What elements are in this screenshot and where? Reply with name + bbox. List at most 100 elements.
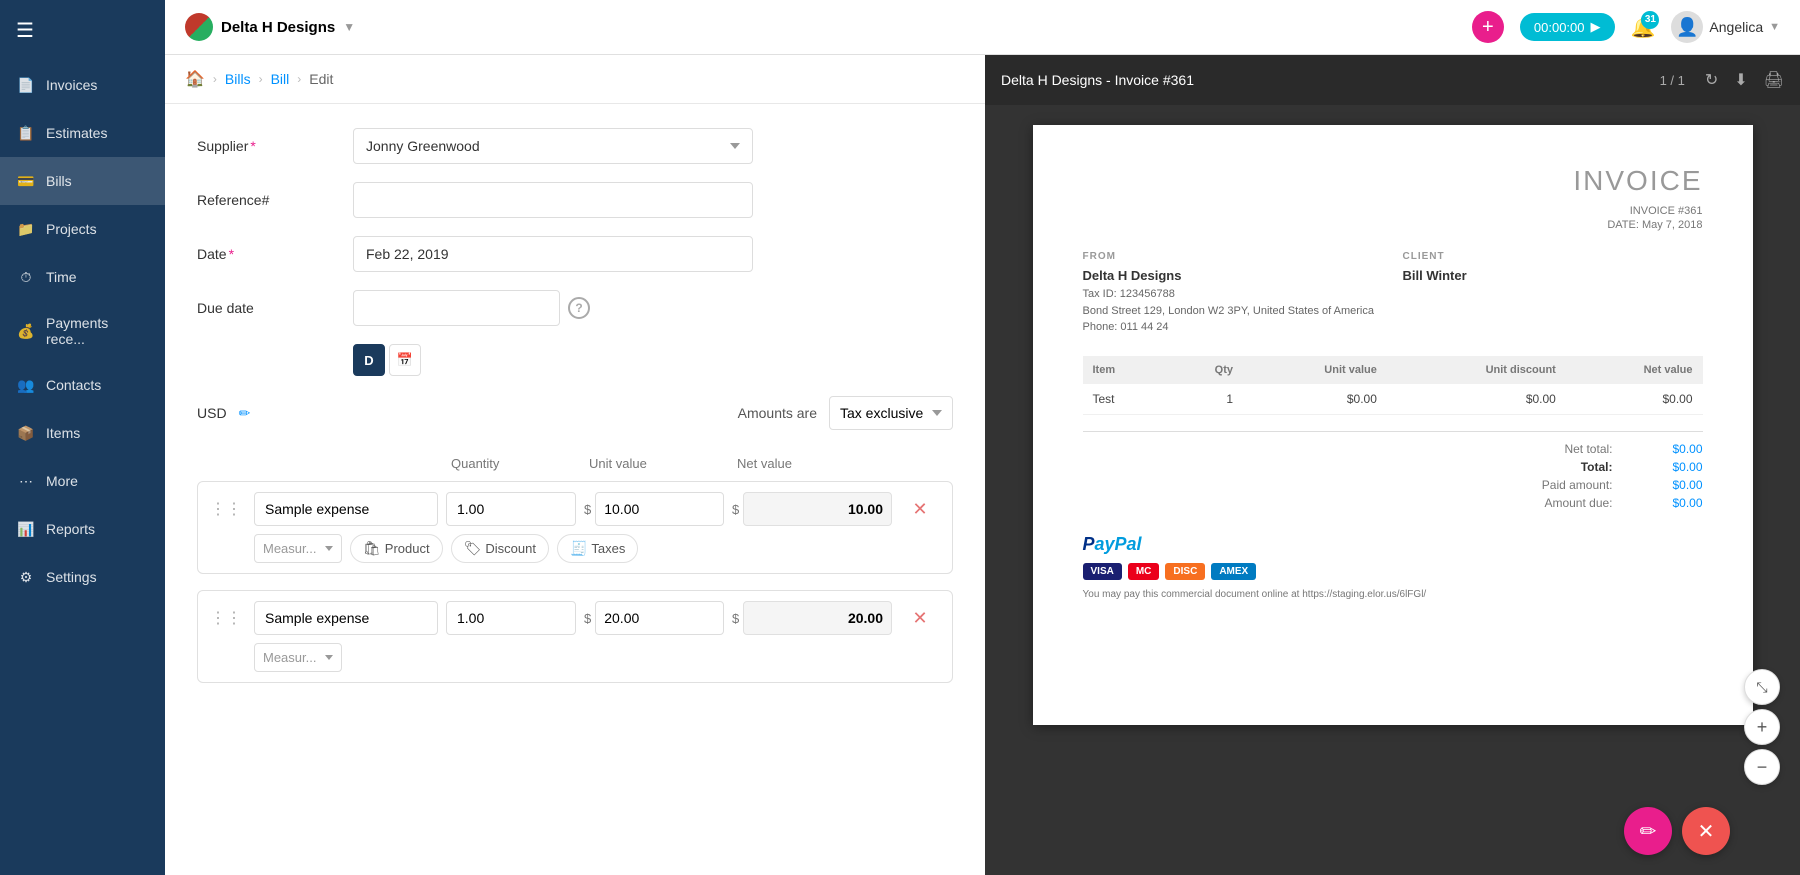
company-selector[interactable]: Delta H Designs ▼: [185, 13, 355, 41]
supplier-row: Supplier* Jonny Greenwood: [197, 128, 953, 164]
item-name-2[interactable]: [254, 601, 438, 635]
total-row: Total: $0.00: [1083, 460, 1703, 474]
reference-label: Reference#: [197, 192, 337, 208]
invoice-totals: Net total: $0.00 Total: $0.00 Paid amoun…: [1083, 442, 1703, 510]
remove-item-1[interactable]: ✕: [900, 499, 940, 520]
sidebar-item-projects[interactable]: 📁 Projects: [0, 205, 165, 253]
discount-icon-1: 🏷: [464, 540, 482, 557]
sidebar-item-items[interactable]: 📦 Items: [0, 409, 165, 457]
date-input[interactable]: Feb 22, 2019: [353, 236, 753, 272]
remove-item-2[interactable]: ✕: [900, 608, 940, 629]
drag-handle-1[interactable]: ⋮⋮: [210, 499, 246, 519]
download-btn[interactable]: ⬇: [1734, 70, 1747, 90]
user-menu-button[interactable]: 👤 Angelica ▼: [1671, 11, 1780, 43]
sidebar-item-payments[interactable]: 💰 Payments rece...: [0, 301, 165, 361]
menu-toggle[interactable]: ☰: [0, 0, 165, 61]
date-btn-d[interactable]: D: [353, 344, 385, 376]
amounts-select[interactable]: Tax exclusive Tax inclusive No tax: [829, 396, 953, 430]
from-address: Tax ID: 123456788 Bond Street 129, Londo…: [1083, 286, 1383, 336]
unit-value-cell-1: $: [584, 492, 724, 526]
taxes-btn-1[interactable]: 🧾 Taxes: [557, 534, 638, 563]
item-name-1[interactable]: [254, 492, 438, 526]
net-total-label: Net total:: [1513, 442, 1613, 456]
from-company: Delta H Designs: [1083, 268, 1383, 283]
refresh-btn[interactable]: ↻: [1705, 70, 1718, 90]
company-name: Delta H Designs: [221, 19, 335, 36]
invoice-title: INVOICE: [1083, 165, 1703, 197]
th-net-value: Net value: [1566, 356, 1703, 384]
mc-card: MC: [1128, 563, 1160, 580]
zoom-in-btn[interactable]: +: [1744, 709, 1780, 745]
breadcrumb-bill[interactable]: Bill: [271, 71, 290, 87]
add-button[interactable]: +: [1472, 11, 1504, 43]
invoice-date: DATE: May 7, 2018: [1083, 219, 1703, 231]
timer-button[interactable]: 00:00:00 ▶: [1520, 13, 1615, 41]
qty-2[interactable]: [446, 601, 576, 635]
items-header: Quantity Unit value Net value: [197, 450, 953, 477]
amounts-label: Amounts are: [738, 405, 817, 421]
zoom-out-btn[interactable]: −: [1744, 749, 1780, 785]
date-row: Date* Feb 22, 2019: [197, 236, 953, 272]
sidebar-item-label: Time: [46, 269, 77, 285]
time-icon: ⏱: [16, 267, 36, 287]
sidebar-item-label: Payments rece...: [46, 315, 149, 347]
unit-input-1[interactable]: [595, 492, 724, 526]
invoice-number: INVOICE #361: [1083, 205, 1703, 217]
th-unit-discount: Unit discount: [1387, 356, 1566, 384]
preview-title: Delta H Designs - Invoice #361: [1001, 72, 1660, 88]
home-icon[interactable]: 🏠: [185, 69, 205, 89]
zoom-fit-btn[interactable]: ⤡: [1744, 669, 1780, 705]
table-row: Test 1 $0.00 $0.00 $0.00: [1083, 384, 1703, 415]
currency-edit-icon[interactable]: ✏: [239, 405, 251, 422]
form-scroll: Supplier* Jonny Greenwood Reference# Dat…: [165, 104, 985, 875]
qty-1[interactable]: [446, 492, 576, 526]
edit-fab[interactable]: ✏: [1624, 807, 1672, 855]
measure-select-1[interactable]: Measur...: [254, 534, 342, 563]
cancel-fab[interactable]: ✕: [1682, 807, 1730, 855]
unit-input-2[interactable]: [595, 601, 724, 635]
date-btn-calendar[interactable]: 📅: [389, 344, 421, 376]
sidebar-item-label: More: [46, 473, 78, 489]
sidebar-item-label: Settings: [46, 569, 97, 585]
net-display-1: 10.00: [743, 492, 892, 526]
discount-btn-1[interactable]: 🏷 Discount: [451, 534, 549, 563]
sidebar-item-reports[interactable]: 📊 Reports: [0, 505, 165, 553]
print-btn[interactable]: 🖨: [1764, 70, 1784, 90]
col-net-value: Net value: [737, 456, 897, 471]
product-btn-1[interactable]: 🛍 Product: [350, 534, 443, 563]
drag-handle-2[interactable]: ⋮⋮: [210, 608, 246, 628]
sidebar-item-settings[interactable]: ⚙ Settings: [0, 553, 165, 601]
col-quantity: Quantity: [451, 456, 581, 471]
projects-icon: 📁: [16, 219, 36, 239]
from-section: FROM Delta H Designs Tax ID: 123456788 B…: [1083, 251, 1383, 336]
total-label: Total:: [1513, 460, 1613, 474]
paid-label: Paid amount:: [1513, 478, 1613, 492]
topbar-actions: + 00:00:00 ▶ 🔔 31 👤 Angelica ▼: [1472, 11, 1780, 43]
discover-card: DISC: [1165, 563, 1205, 580]
help-icon[interactable]: ?: [568, 297, 590, 319]
sidebar-item-invoices[interactable]: 📄 Invoices: [0, 61, 165, 109]
row-item: Test: [1083, 384, 1168, 415]
sidebar-item-estimates[interactable]: 📋 Estimates: [0, 109, 165, 157]
timer-display: 00:00:00: [1534, 20, 1585, 35]
reference-input[interactable]: [353, 182, 753, 218]
line-item-1-bottom: Measur... 🛍 Product 🏷 Discount 🧾 Ta: [210, 534, 940, 563]
supplier-select[interactable]: Jonny Greenwood: [353, 128, 753, 164]
invoice-meta: INVOICE #361 DATE: May 7, 2018: [1083, 205, 1703, 231]
payment-note: You may pay this commercial document onl…: [1083, 588, 1703, 602]
net-currency-sym-1: $: [732, 502, 739, 517]
due-date-input[interactable]: [353, 290, 560, 326]
sidebar-item-time[interactable]: ⏱ Time: [0, 253, 165, 301]
invoice-table: Item Qty Unit value Unit discount Net va…: [1083, 356, 1703, 415]
sidebar-item-contacts[interactable]: 👥 Contacts: [0, 361, 165, 409]
due-date-row: Due date ?: [197, 290, 953, 326]
sidebar-item-more[interactable]: ⋯ More: [0, 457, 165, 505]
user-dropdown-icon: ▼: [1769, 21, 1780, 33]
sidebar-item-bills[interactable]: 💳 Bills: [0, 157, 165, 205]
measure-select-2[interactable]: Measur...: [254, 643, 342, 672]
breadcrumb-bills[interactable]: Bills: [225, 71, 251, 87]
unit-currency-sym-2: $: [584, 611, 591, 626]
amex-card: AMEX: [1211, 563, 1256, 580]
line-item-2-top: ⋮⋮ $ $ 20.00 ✕: [210, 601, 940, 635]
notifications-button[interactable]: 🔔 31: [1631, 15, 1656, 40]
